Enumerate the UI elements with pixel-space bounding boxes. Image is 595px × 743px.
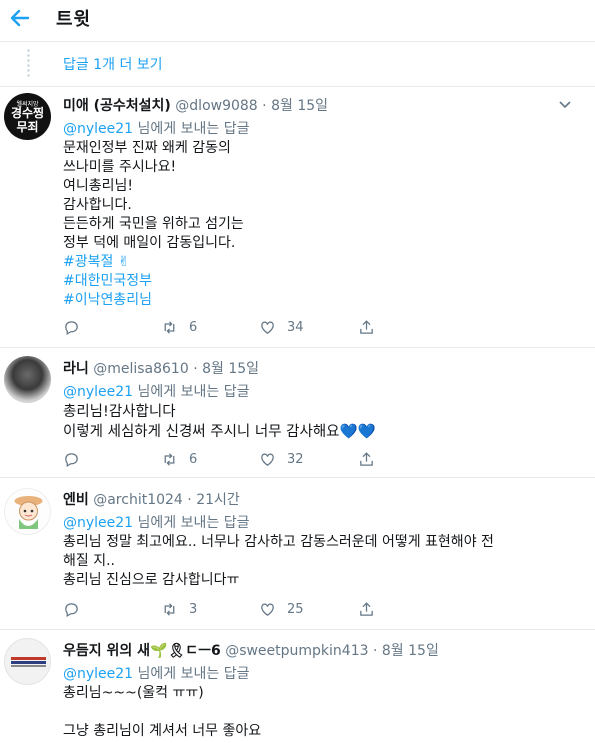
tweet-text: 총리님 정말 최고에요.. 너무나 감사하고 감동스러운데 어떻게 표현해야 전… — [63, 534, 494, 588]
replying-to: @nylee21 님에게 보내는 답글 — [63, 515, 250, 531]
avatar-text: 경수찡 무죄 — [10, 106, 45, 134]
back-arrow-icon[interactable] — [8, 6, 32, 30]
user-handle[interactable]: @sweetpumpkin413 — [225, 643, 368, 659]
user-handle[interactable]: @melisa8610 — [93, 361, 189, 377]
user-handle[interactable]: @archit1024 — [93, 492, 183, 508]
mention-link[interactable]: @nylee21 — [63, 384, 133, 400]
hashtag-link[interactable]: #광복절 ✌ — [63, 253, 583, 272]
avatar[interactable] — [4, 638, 51, 685]
separator: · — [187, 492, 192, 508]
tweet-actions: 6 34 — [63, 317, 403, 337]
reply-icon[interactable] — [63, 599, 80, 619]
display-name[interactable]: 미애 (공수처설치) — [63, 98, 171, 114]
separator: · — [372, 643, 378, 659]
share-icon[interactable] — [358, 449, 375, 469]
replying-to: @nylee21 님에게 보내는 답글 — [63, 666, 250, 682]
chevron-down-icon[interactable] — [557, 96, 573, 112]
top-bar: 트윗 — [0, 0, 595, 42]
mention-link[interactable]: @nylee21 — [63, 666, 133, 682]
tweet-actions: 6 32 — [63, 449, 403, 469]
retweet-icon — [164, 320, 175, 334]
timestamp[interactable]: 8월 15일 — [382, 643, 439, 659]
retweet-button[interactable]: 6 — [161, 317, 197, 337]
like-button[interactable]: 25 — [259, 599, 304, 619]
timestamp[interactable]: 8월 15일 — [202, 361, 259, 377]
thread-dots — [27, 48, 30, 78]
more-replies-row[interactable]: 답글 1개 더 보기 — [0, 42, 595, 87]
retweet-button[interactable]: 6 — [161, 449, 197, 469]
hashtag-link[interactable]: #대한민국정부 — [63, 272, 583, 291]
tweet-4[interactable]: 우듬지 위의 새🌱🎗ㄷㅡ6 @sweetpumpkin413 · 8월 15일 … — [0, 630, 595, 743]
tweet-header: 엔비 @archit1024 · 21시간 — [63, 489, 240, 509]
heart-icon — [261, 321, 274, 334]
tweet-header: 라니 @melisa8610 · 8월 15일 — [63, 358, 259, 378]
tweet-header: 우듬지 위의 새🌱🎗ㄷㅡ6 @sweetpumpkin413 · 8월 15일 — [63, 640, 439, 660]
replying-to: @nylee21 님에게 보내는 답글 — [63, 384, 250, 400]
tweet-1[interactable]: 웰써지망 경수찡 무죄 미애 (공수처설치) @dlow9088 · 8월 15… — [0, 87, 595, 348]
mention-link[interactable]: @nylee21 — [63, 515, 133, 531]
timestamp[interactable]: 8월 15일 — [271, 98, 328, 114]
heart-icon — [261, 453, 274, 466]
display-name[interactable]: 우듬지 위의 새🌱🎗ㄷㅡ6 — [63, 643, 221, 659]
share-icon[interactable] — [358, 317, 375, 337]
like-button[interactable]: 32 — [259, 449, 304, 469]
mention-link[interactable]: @nylee21 — [63, 121, 133, 137]
retweet-icon — [164, 452, 175, 466]
show-more-replies-link[interactable]: 답글 1개 더 보기 — [63, 54, 163, 74]
tweet-3[interactable]: 엔비 @archit1024 · 21시간 @nylee21 님에게 보내는 답… — [0, 478, 595, 630]
replying-to: @nylee21 님에게 보내는 답글 — [63, 121, 250, 137]
display-name[interactable]: 엔비 — [63, 492, 89, 508]
user-handle[interactable]: @dlow9088 — [175, 98, 257, 114]
display-name[interactable]: 라니 — [63, 361, 89, 377]
tweet-text: 총리님!감사합니다 이렇게 세심하게 신경써 주시니 너무 감사해요💙💙 — [63, 404, 376, 440]
tweet-2[interactable]: 라니 @melisa8610 · 8월 15일 @nylee21 님에게 보내는… — [0, 348, 595, 478]
share-icon[interactable] — [358, 599, 375, 619]
separator: · — [262, 98, 267, 114]
retweet-button[interactable]: 3 — [161, 599, 197, 619]
avatar[interactable]: 웰써지망 경수찡 무죄 — [4, 93, 51, 140]
cartoon-girl-icon — [14, 496, 43, 529]
avatar[interactable] — [4, 488, 51, 535]
heart-icon — [261, 603, 274, 616]
page-title: 트윗 — [56, 9, 92, 30]
like-button[interactable]: 34 — [259, 317, 304, 337]
avatar[interactable] — [4, 356, 51, 403]
separator: · — [193, 361, 198, 377]
banner-image-icon — [11, 657, 46, 667]
reply-icon[interactable] — [63, 449, 80, 469]
tweet-text: 총리님~~~(울컥 ㅠㅠ) 그냥 총리님이 계셔서 너무 좋아요 — [63, 685, 262, 739]
retweet-icon — [164, 602, 175, 616]
tweet-actions: 3 25 — [63, 599, 403, 619]
tweet-header: 미애 (공수처설치) @dlow9088 · 8월 15일 — [63, 95, 328, 115]
reply-icon[interactable] — [63, 317, 80, 337]
tweet-text: 문재인정부 진짜 왜케 감동의 쓰나미를 주시나요! 여니총리님! 감사합니다.… — [63, 139, 583, 310]
hashtag-link[interactable]: #이낙연총리님 — [63, 291, 583, 310]
timestamp[interactable]: 21시간 — [196, 492, 240, 508]
